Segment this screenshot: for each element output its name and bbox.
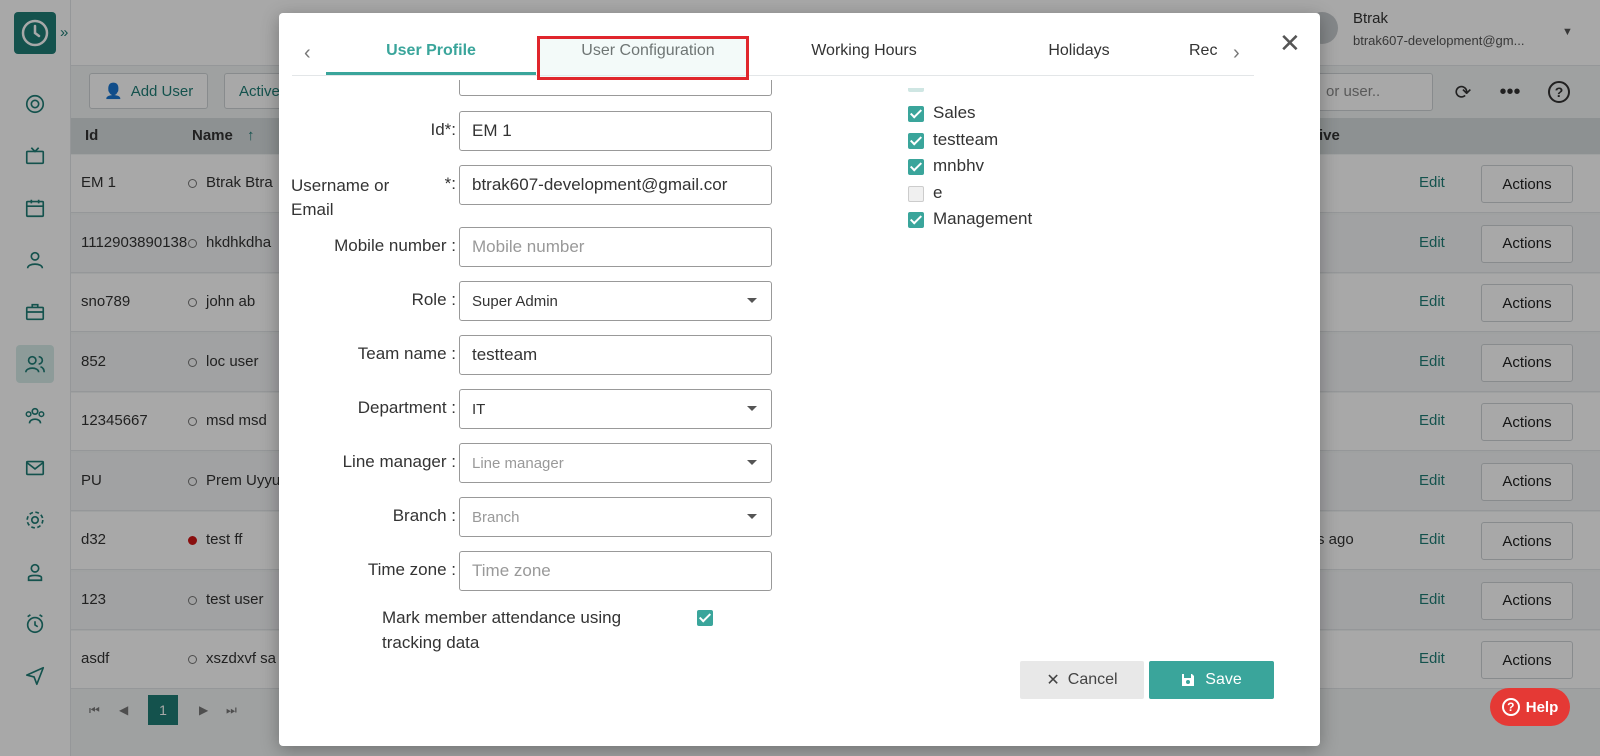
team-checkbox-label: testteam [933,129,999,149]
timezone-input[interactable]: Time zone [459,551,772,591]
help-question-icon: ? [1501,698,1520,716]
chevron-down-icon [747,514,757,519]
partial-checkbox[interactable] [908,88,924,92]
line-manager-label: Line manager : [342,452,456,471]
chevron-down-icon [747,406,757,411]
help-label: Help [1525,698,1559,716]
id-input[interactable]: EM 1 [459,111,772,151]
tab-highlight-box [537,36,749,80]
team-checkbox[interactable] [908,212,924,228]
team-name-label: Team name : [357,344,456,363]
branch-label: Branch : [392,506,456,525]
cancel-label: Cancel [1067,671,1118,688]
role-value: Super Admin [472,293,558,310]
line-manager-placeholder: Line manager [472,455,564,472]
mobile-input[interactable]: Mobile number [459,227,772,267]
floppy-disk-icon [1182,674,1195,686]
team-checkbox[interactable] [908,185,924,202]
department-value: IT [472,401,486,418]
close-icon[interactable]: ✕ [1279,28,1301,59]
username-required-label: *: [444,174,456,193]
username-input[interactable]: btrak607-development@gmail.cor [459,165,772,205]
department-select[interactable]: IT [459,389,772,429]
branch-placeholder: Branch [472,509,520,526]
chevron-down-icon [747,298,757,303]
attendance-tracking-label: Mark member attendance using tracking da… [382,608,622,652]
save-label: Save [1205,671,1242,688]
help-button[interactable]: ? Help [1490,688,1570,726]
team-checkbox-label: mnbhv [933,156,985,175]
tab-working-hours[interactable]: Working Hours [760,42,968,75]
timezone-label: Time zone : [367,560,456,579]
save-button[interactable]: Save [1149,661,1274,699]
tab-rec[interactable]: Rec [1189,42,1222,75]
branch-select[interactable]: Branch [459,497,772,537]
tab-holidays[interactable]: Holidays [975,42,1183,75]
tabs-prev-icon[interactable]: ‹ [304,42,311,65]
partial-input-field[interactable] [459,80,772,96]
cancel-x-icon: ✕ [1046,672,1060,689]
team-checkbox-label: e [933,182,943,202]
role-select[interactable]: Super Admin [459,281,772,321]
team-checkbox-label: Sales [933,103,976,122]
team-checkbox[interactable] [908,132,924,149]
attendance-tracking-checkbox[interactable] [697,610,713,626]
tab-user-profile[interactable]: User Profile [326,42,536,75]
team-checkbox-label: Management [933,209,1033,228]
team-checkbox[interactable] [908,159,924,175]
mobile-label: Mobile number : [334,236,456,255]
dialog-tabs: ‹ User Profile User Configuration Workin… [292,30,1254,76]
team-checkbox[interactable] [908,106,924,122]
cancel-button[interactable]: ✕ Cancel [1020,661,1144,699]
id-label: Id*: [430,120,456,139]
tabs-next-icon[interactable]: › [1233,42,1240,65]
chevron-down-icon [747,460,757,465]
username-label: Username or Email [291,176,390,219]
department-label: Department : [357,398,456,417]
line-manager-select[interactable]: Line manager [459,443,772,483]
team-name-input[interactable]: testteam [459,335,772,375]
role-label: Role : [411,290,456,309]
